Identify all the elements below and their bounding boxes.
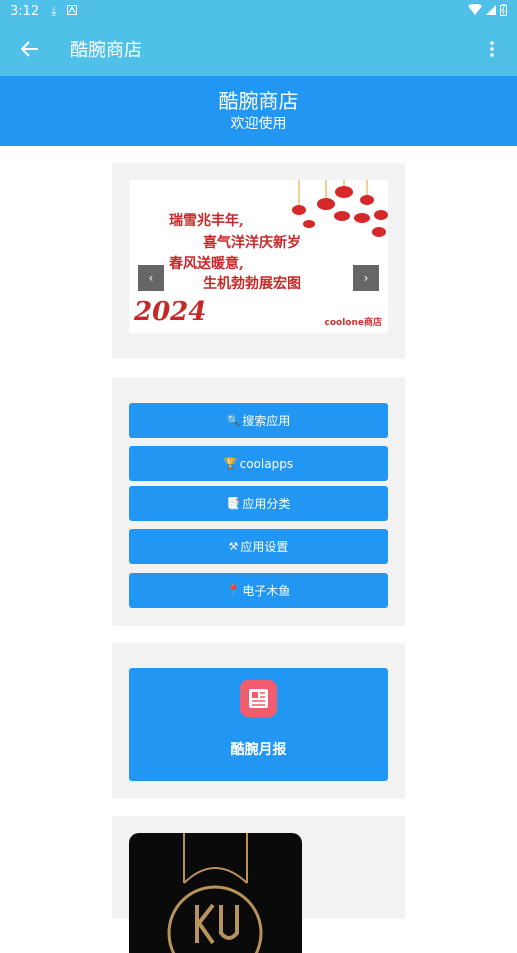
app-bar-title: 酷腕商店 — [70, 40, 142, 61]
app-bar: 酷腕商店 — [0, 22, 517, 76]
page-subtitle: 欢迎使用 — [230, 116, 287, 132]
banner-line-4: 生机勃勃展宏图 — [203, 275, 301, 292]
document-icon: 📑 — [226, 497, 241, 510]
app-settings-label: 应用设置 — [240, 540, 289, 554]
monthly-report-button[interactable]: 酷腕月报 — [129, 668, 388, 781]
search-icon: 🔍 — [226, 414, 241, 427]
app-categories-button[interactable]: 📑 应用分类 — [129, 486, 388, 521]
carousel-prev-button[interactable]: ‹ — [138, 265, 164, 291]
wooden-fish-label: 电子木鱼 — [242, 584, 291, 598]
search-apps-label: 搜索应用 — [242, 414, 291, 428]
gold-logo-image — [167, 833, 263, 953]
battery-icon — [500, 3, 507, 19]
coolapps-button[interactable]: 🏆 coolapps — [129, 446, 388, 481]
more-options-icon[interactable] — [467, 22, 517, 76]
newspaper-icon — [240, 680, 277, 717]
new-year-banner-image: 瑞雪兆丰年, 喜气洋洋庆新岁 春风送暖意, 生机勃勃展宏图 2024 — [133, 180, 388, 327]
banner-year: 2024 — [133, 297, 206, 327]
notification-icon — [66, 4, 77, 18]
download-icon: ⤓ — [51, 3, 57, 18]
status-time: 3:12 — [10, 3, 40, 19]
app-tile-image[interactable] — [129, 833, 302, 953]
monthly-report-label: 酷腕月报 — [230, 742, 287, 758]
page-title: 酷腕商店 — [218, 89, 299, 113]
wifi-icon — [468, 3, 482, 19]
banner-line-1: 瑞雪兆丰年, — [169, 212, 244, 229]
tools-icon: ⚒ — [228, 540, 239, 553]
banner-line-2: 喜气洋洋庆新岁 — [203, 234, 301, 251]
menu-card: 🔍 搜索应用 🏆 coolapps 📑 应用分类 ⚒ 应用设置 📍 电子木鱼 — [112, 377, 405, 626]
app-categories-label: 应用分类 — [242, 497, 291, 511]
wooden-fish-button[interactable]: 📍 电子木鱼 — [129, 573, 388, 608]
search-apps-button[interactable]: 🔍 搜索应用 — [129, 403, 388, 438]
banner-line-3: 春风送暖意, — [168, 255, 244, 272]
carousel-card: 瑞雪兆丰年, 喜气洋洋庆新岁 春风送暖意, 生机勃勃展宏图 2024 ‹ › c… — [112, 163, 405, 359]
app-settings-button[interactable]: ⚒ 应用设置 — [129, 529, 388, 564]
pin-icon: 📍 — [226, 584, 241, 597]
banner-carousel[interactable]: 瑞雪兆丰年, 喜气洋洋庆新岁 春风送暖意, 生机勃勃展宏图 2024 ‹ › c… — [129, 180, 388, 333]
carousel-next-button[interactable]: › — [353, 265, 379, 291]
back-arrow-icon[interactable] — [0, 22, 60, 76]
banner-brand-logo: coolone商店 — [324, 318, 382, 328]
page-header: 酷腕商店 欢迎使用 — [0, 76, 517, 146]
image-card — [112, 816, 405, 953]
report-card: 酷腕月报 — [112, 643, 405, 799]
status-bar: 3:12 ⤓ — [0, 0, 517, 22]
signal-icon — [486, 4, 496, 18]
coolapps-label: coolapps — [239, 456, 294, 471]
trophy-icon: 🏆 — [223, 457, 238, 470]
status-right — [468, 3, 507, 19]
